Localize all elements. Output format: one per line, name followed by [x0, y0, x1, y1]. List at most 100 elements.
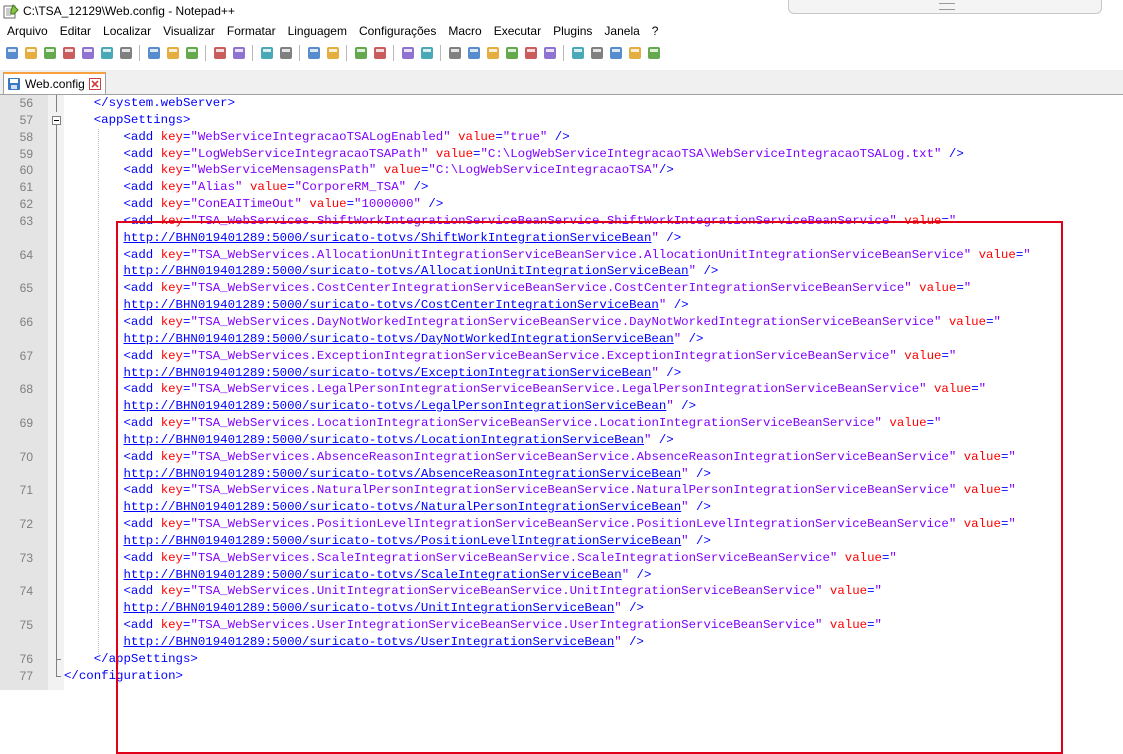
code-line[interactable]: 67 <add key = "TSA_WebServices.ExceptionIn…: [0, 347, 1123, 365]
code-line[interactable]: http://BHN019401289:5000/suricato-totvs/…: [0, 431, 1123, 449]
code-line[interactable]: http://BHN019401289:5000/suricato-totvs/…: [0, 532, 1123, 550]
code-line[interactable]: http://BHN019401289:5000/suricato-totvs/…: [0, 330, 1123, 348]
play-macro-icon[interactable]: [608, 45, 624, 61]
code-line[interactable]: 62 <add key="ConEAITimeOut" value="10000…: [0, 196, 1123, 214]
code-url-link[interactable]: http://BHN019401289:5000/suricato-totvs/…: [124, 264, 689, 278]
code-line[interactable]: 59 <add key="LogWebServiceIntegracaoTSAP…: [0, 145, 1123, 163]
code-line[interactable]: 56 </system.webServer>: [0, 95, 1123, 112]
sync-vertical-icon[interactable]: [353, 45, 369, 61]
print-icon[interactable]: [118, 45, 134, 61]
menu-executar[interactable]: Executar: [488, 22, 547, 42]
code-line[interactable]: 63 <add key = "TSA_WebServices.ShiftWorkIn…: [0, 212, 1123, 230]
copy-icon[interactable]: [165, 45, 181, 61]
word-wrap-icon[interactable]: [400, 45, 416, 61]
function-list-icon[interactable]: [504, 45, 520, 61]
find-icon[interactable]: [259, 45, 275, 61]
replace-icon[interactable]: [278, 45, 294, 61]
code-url-link[interactable]: http://BHN019401289:5000/suricato-totvs/…: [124, 635, 615, 649]
paste-icon[interactable]: [184, 45, 200, 61]
code-line[interactable]: http://BHN019401289:5000/suricato-totvs/…: [0, 499, 1123, 517]
code-line[interactable]: 72 <add key="TSA_WebServices.PositionLev…: [0, 516, 1123, 534]
save-macro-icon[interactable]: [646, 45, 662, 61]
code-line[interactable]: http://BHN019401289:5000/suricato-totvs/…: [0, 465, 1123, 483]
code-line[interactable]: 65 <add key = "TSA_WebServices.CostCenterI…: [0, 280, 1123, 298]
cut-icon[interactable]: [146, 45, 162, 61]
code-line[interactable]: http://BHN019401289:5000/suricato-totvs/…: [0, 263, 1123, 281]
code-line[interactable]: http://BHN019401289:5000/suricato-totvs/…: [0, 229, 1123, 247]
user-lang-icon[interactable]: [466, 45, 482, 61]
menu-editar[interactable]: Editar: [54, 22, 97, 42]
close-all-icon[interactable]: [99, 45, 115, 61]
code-url-link[interactable]: http://BHN019401289:5000/suricato-totvs/…: [124, 534, 682, 548]
menu-formatar[interactable]: Formatar: [221, 22, 282, 42]
code-line[interactable]: 57 <appSettings>: [0, 112, 1123, 130]
editor[interactable]: 56 </system.webServer> 57 <appSettings> 58…: [0, 95, 1123, 754]
redo-icon[interactable]: [231, 45, 247, 61]
window-caption-handle[interactable]: [788, 0, 1102, 14]
code-line[interactable]: 64 <add key="TSA_WebServices.AllocationU…: [0, 246, 1123, 264]
close-tab-icon[interactable]: [88, 78, 101, 90]
save-icon[interactable]: [42, 45, 58, 61]
code-url-link[interactable]: http://BHN019401289:5000/suricato-totvs/…: [124, 500, 682, 514]
code-url-link[interactable]: http://BHN019401289:5000/suricato-totvs/…: [124, 399, 667, 413]
code-token: "1000000": [354, 197, 421, 212]
folder-workspace-icon[interactable]: [523, 45, 539, 61]
fold-collapse-icon[interactable]: [52, 112, 61, 130]
code-line[interactable]: http://BHN019401289:5000/suricato-totvs/…: [0, 398, 1123, 416]
code-line[interactable]: 68 <add key = "TSA_WebServices.LegalPerson…: [0, 381, 1123, 399]
code-url-link[interactable]: http://BHN019401289:5000/suricato-totvs/…: [124, 568, 622, 582]
code-line[interactable]: http://BHN019401289:5000/suricato-totvs/…: [0, 297, 1123, 315]
run-macro-multiple-icon[interactable]: [627, 45, 643, 61]
menu-arquivo[interactable]: Arquivo: [0, 22, 54, 42]
code-line[interactable]: 74 <add key = "TSA_WebServices.UnitIntegra…: [0, 583, 1123, 601]
code-url-link[interactable]: http://BHN019401289:5000/suricato-totvs/…: [124, 601, 615, 615]
code-line[interactable]: 70 <add key="TSA_WebServices.AbsenceReas…: [0, 448, 1123, 466]
code-line[interactable]: http://BHN019401289:5000/suricato-totvs/…: [0, 600, 1123, 618]
code-line[interactable]: http://BHN019401289:5000/suricato-totvs/…: [0, 634, 1123, 651]
menu-janela[interactable]: Janela: [598, 22, 645, 42]
undo-icon[interactable]: [212, 45, 228, 61]
close-icon[interactable]: [80, 45, 96, 61]
code-line[interactable]: 60 <add key="WebServiceMensagensPath" va…: [0, 162, 1123, 180]
code-line[interactable]: 76 </appSettings>: [0, 650, 1123, 668]
indent-guide-icon[interactable]: [447, 45, 463, 61]
code-line[interactable]: http://BHN019401289:5000/suricato-totvs/…: [0, 364, 1123, 382]
code-url-link[interactable]: http://BHN019401289:5000/suricato-totvs/…: [124, 433, 645, 447]
code-url-link[interactable]: http://BHN019401289:5000/suricato-totvs/…: [124, 467, 682, 481]
menu-linguagem[interactable]: Linguagem: [282, 22, 353, 42]
code-url-link[interactable]: http://BHN019401289:5000/suricato-totvs/…: [124, 332, 674, 346]
menu-localizar[interactable]: Localizar: [97, 22, 157, 42]
code-line[interactable]: 77 </configuration>: [0, 667, 1123, 685]
code-token: />: [681, 331, 704, 346]
code-line[interactable]: 58 <add key = "WebServiceIntegracaoTSALogE…: [0, 128, 1123, 146]
code-line[interactable]: 75 <add key = "TSA_WebServices.UserIntegra…: [0, 617, 1123, 635]
zoom-out-icon[interactable]: [325, 45, 341, 61]
code-line[interactable]: 71 <add key="TSA_WebServices.NaturalPers…: [0, 482, 1123, 500]
code-line[interactable]: 61 <add key="Alias" value="CorporeRM_TSA…: [0, 179, 1123, 197]
code-url-link[interactable]: http://BHN019401289:5000/suricato-totvs/…: [124, 231, 652, 245]
code-line[interactable]: http://BHN019401289:5000/suricato-totvs/…: [0, 566, 1123, 584]
monitoring-icon[interactable]: [542, 45, 558, 61]
record-macro-icon[interactable]: [570, 45, 586, 61]
save-all-icon[interactable]: [61, 45, 77, 61]
menu-visualizar[interactable]: Visualizar: [157, 22, 221, 42]
new-file-icon[interactable]: [4, 45, 20, 61]
stop-macro-icon[interactable]: [589, 45, 605, 61]
code-line[interactable]: 73 <add key="TSA_WebServices.ScaleIntegr…: [0, 549, 1123, 567]
code-url-link[interactable]: http://BHN019401289:5000/suricato-totvs/…: [124, 366, 652, 380]
code-url-link[interactable]: http://BHN019401289:5000/suricato-totvs/…: [124, 298, 659, 312]
open-file-icon[interactable]: [23, 45, 39, 61]
tab-web-config[interactable]: Web.config: [3, 72, 106, 94]
menu-plugins[interactable]: Plugins: [547, 22, 598, 42]
menu-help[interactable]: ?: [646, 22, 665, 42]
doc-map-icon[interactable]: [485, 45, 501, 61]
menu-macro[interactable]: Macro: [442, 22, 487, 42]
code-line[interactable]: 69 <add key = "TSA_WebServices.LocationInt…: [0, 415, 1123, 433]
zoom-in-icon[interactable]: [306, 45, 322, 61]
menu-configuracoes[interactable]: Configurações: [353, 22, 442, 42]
code-line[interactable]: 66 <add key = "TSA_WebServices.DayNotWorke…: [0, 313, 1123, 331]
show-all-chars-icon[interactable]: [419, 45, 435, 61]
sync-horizontal-icon[interactable]: [372, 45, 388, 61]
